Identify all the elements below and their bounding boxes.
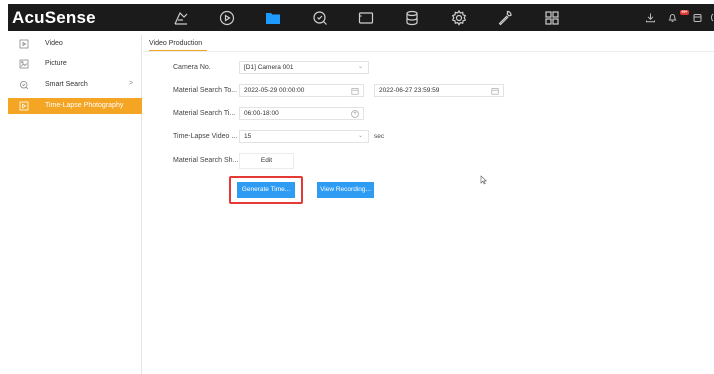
video-length-unit: sec [374,133,385,140]
highlight-box [229,176,303,204]
tab-video-production[interactable]: Video Production [149,40,202,47]
sidebar-item-smart-search[interactable]: Smart Search > [8,77,142,93]
calendar-icon[interactable] [351,87,359,95]
settings-icon[interactable] [450,9,468,27]
time-interval-label: Material Search Ti... [173,110,236,117]
playback-icon[interactable] [218,9,236,27]
material-search-label: Material Search Sh... [173,157,239,164]
smart-search-icon[interactable] [311,9,329,27]
sidebar-item-time-lapse[interactable]: Time-Lapse Photography [8,98,142,114]
video-length-value: 15 [244,133,252,140]
sidebar: Video Picture Smart Search > Time-Lapse … [8,35,142,374]
time-interval-value: 06:00-18:00 [244,110,279,117]
mouse-cursor-icon [480,175,488,185]
live-view-icon[interactable] [172,9,190,27]
chevron-right-icon: > [129,80,134,87]
folder-icon[interactable] [264,9,282,27]
calendar-icon[interactable] [491,87,499,95]
camera-select[interactable]: [D1] Camera 001 ⌄ [239,61,369,74]
picture-file-icon [19,59,29,69]
user-icon[interactable] [692,12,703,23]
camera-select-value: [D1] Camera 001 [244,64,294,71]
notification-badge: 99+ [680,10,689,15]
chevron-down-icon: ⌄ [357,64,363,70]
start-time-value: 2022-05-29 00:00:00 [244,87,305,94]
download-icon[interactable] [645,12,656,23]
chevron-down-icon: ⌄ [357,133,363,139]
view-recording-button[interactable]: View Recording... [317,182,374,198]
video-length-select[interactable]: 15 ⌄ [239,130,369,143]
display-icon[interactable] [357,9,375,27]
sidebar-item-picture[interactable]: Picture [8,56,142,72]
smart-search-icon [19,80,29,90]
grid-icon[interactable] [543,9,561,27]
search-time-label: Material Search To... [173,87,238,94]
tab-divider [143,51,714,52]
time-interval-input[interactable]: 06:00-18:00 + [239,107,364,120]
add-icon[interactable]: + [351,110,359,118]
notification-icon[interactable] [667,12,678,23]
window-left-edge [0,0,8,374]
storage-icon[interactable] [403,9,421,27]
maintenance-icon[interactable] [496,9,514,27]
time-lapse-icon [19,101,29,111]
video-file-icon [19,39,29,49]
camera-label: Camera No. [173,64,211,71]
sidebar-item-label: Time-Lapse Photography [45,102,124,109]
edit-button[interactable]: Edit [239,153,294,169]
top-navigation-bar: AcuSense 99+ [8,4,714,31]
end-time-value: 2022-06-27 23:59:59 [379,87,440,94]
video-length-label: Time-Lapse Video ... [173,133,238,140]
start-time-input[interactable]: 2022-05-29 00:00:00 [239,84,364,97]
end-time-input[interactable]: 2022-06-27 23:59:59 [374,84,504,97]
more-icon[interactable] [708,12,714,23]
sidebar-item-video[interactable]: Video [8,36,142,52]
main-content: Video Production Camera No. [D1] Camera … [143,35,714,374]
sidebar-item-label: Smart Search [45,81,88,88]
brand-logo: AcuSense [12,8,96,27]
sidebar-item-label: Video [45,40,63,47]
sidebar-item-label: Picture [45,60,67,67]
